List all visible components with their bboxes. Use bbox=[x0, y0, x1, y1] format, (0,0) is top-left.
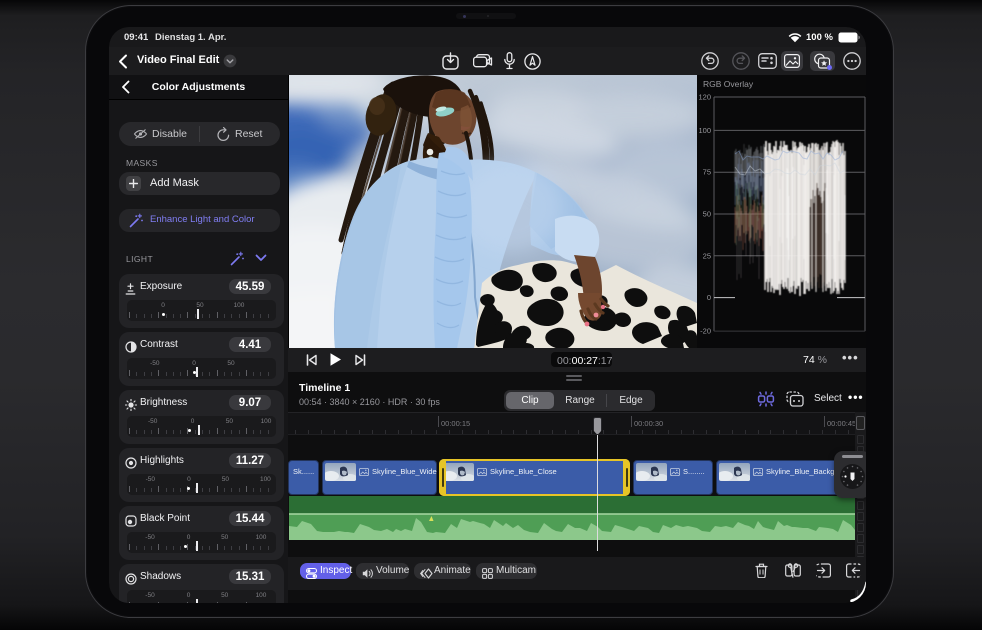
svg-text:50: 50 bbox=[703, 210, 711, 219]
svg-text:120: 120 bbox=[698, 93, 711, 102]
svg-text:100: 100 bbox=[698, 126, 711, 135]
svg-text:0: 0 bbox=[707, 293, 711, 302]
svg-text:75: 75 bbox=[703, 168, 711, 177]
svg-text:-20: -20 bbox=[700, 327, 711, 336]
svg-text:25: 25 bbox=[703, 251, 711, 260]
